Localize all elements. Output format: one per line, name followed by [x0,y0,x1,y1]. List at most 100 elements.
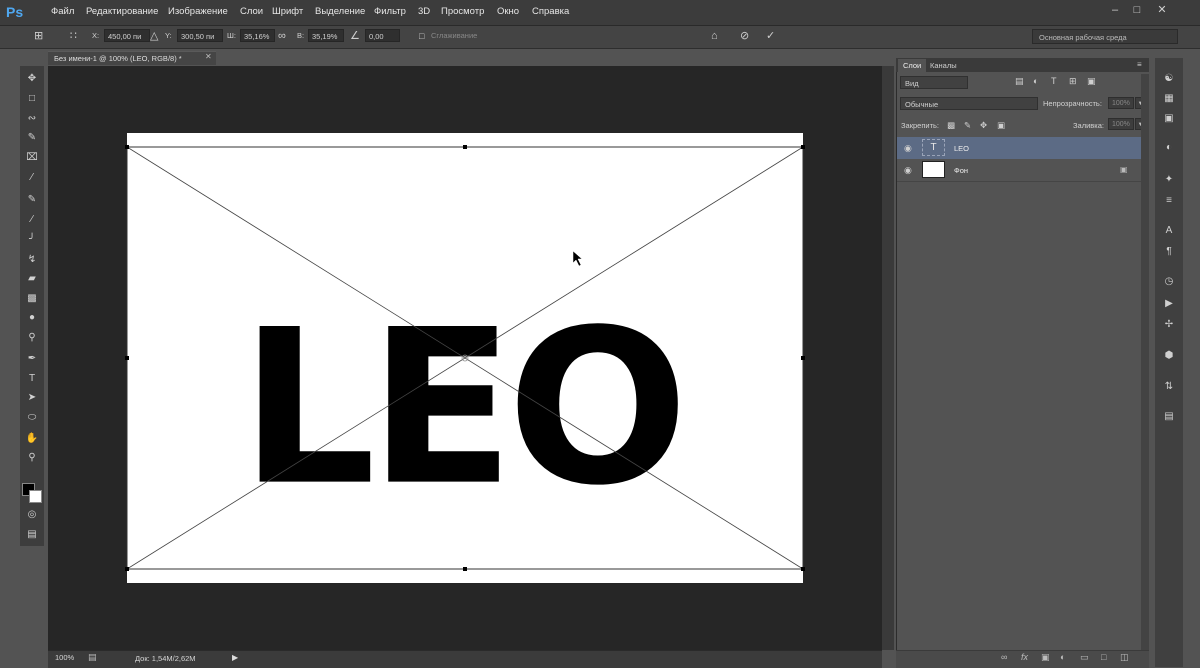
dock-character-icon[interactable]: A [1160,224,1178,238]
menu-file[interactable]: Файл [51,6,74,17]
filter-type-icon[interactable]: T [1051,76,1057,86]
gradient-tool-icon[interactable]: ▩ [24,292,40,306]
minimize-icon[interactable]: – [1106,3,1124,17]
add-mask-icon[interactable]: ▣ [1041,652,1050,663]
angle-field[interactable]: 0,00 [365,29,400,42]
dock-brush-icon[interactable]: ✦ [1160,173,1178,187]
zoom-tool-icon[interactable]: ⚲ [24,451,40,465]
history-brush-tool-icon[interactable]: ↯ [24,253,40,267]
quick-select-tool-icon[interactable]: ✎ [24,131,40,145]
commit-transform-icon[interactable]: ✓ [766,29,775,43]
workspace-select[interactable]: Основная рабочая среда [1032,29,1178,44]
filter-pixel-icon[interactable]: ▤ [1015,76,1024,87]
lock-position-icon[interactable]: ✥ [980,120,987,131]
tab-layers[interactable]: Слои [898,59,927,72]
path-selection-tool-icon[interactable]: ➤ [24,391,40,405]
dock-swatches-icon[interactable]: ▦ [1160,92,1178,106]
dock-brush-presets-icon[interactable]: ≡ [1160,194,1178,208]
leo-text-layer[interactable]: LEO [240,301,689,514]
move-tool-icon[interactable]: ✥ [24,72,40,86]
zoom-level[interactable]: 100% [55,653,74,662]
link-layers-icon[interactable]: ∞ [1001,652,1007,662]
dock-properties-icon[interactable]: ⇅ [1160,380,1178,394]
filter-smart-object-icon[interactable]: ▣ [1087,76,1096,87]
document-tab[interactable]: Без имени-1 @ 100% (LEO, RGB/8) * [48,51,216,65]
status-menu-arrow-icon[interactable]: ▶ [232,653,238,662]
opacity-field[interactable]: 100% [1108,97,1134,109]
y-field[interactable]: 300,50 пи [177,29,223,42]
marquee-tool-icon[interactable]: □ [24,92,40,106]
dock-adjustments-icon[interactable]: ◐ [1160,141,1178,155]
interpolation-checkbox-icon[interactable]: □ [419,29,424,43]
dock-actions-icon[interactable]: ▶ [1160,297,1178,311]
x-field[interactable]: 450,00 пи [104,29,150,42]
dock-tool-presets-icon[interactable]: ✢ [1160,318,1178,332]
height-field[interactable]: 35,19% [308,29,344,42]
screen-mode-icon[interactable]: ▤ [24,528,40,542]
healing-brush-tool-icon[interactable]: ✎ [24,193,40,207]
layer-filter-select[interactable]: Вид [900,76,968,89]
dock-paragraph-icon[interactable]: ¶ [1160,245,1178,259]
quick-mask-icon[interactable]: ◎ [24,508,40,522]
dodge-tool-icon[interactable]: ⚲ [24,331,40,345]
lock-pixels-icon[interactable]: ✎ [964,120,971,131]
menu-edit[interactable]: Редактирование [86,6,158,17]
menu-3d[interactable]: 3D [418,6,430,17]
brush-tool-icon[interactable]: ∕ [24,213,40,227]
type-tool-icon[interactable]: T [24,372,40,386]
new-layer-icon[interactable]: □ [1101,652,1106,662]
dock-layer-comps-icon[interactable]: ▤ [1160,410,1178,424]
layer-name-leo[interactable]: LEO [954,144,969,153]
dock-3d-icon[interactable]: ⬢ [1160,349,1178,363]
cancel-transform-icon[interactable]: ⊘ [740,29,749,43]
shape-tool-icon[interactable]: ⬭ [24,411,40,425]
lock-transparent-icon[interactable]: ▩ [947,120,955,131]
width-field[interactable]: 35,16% [240,29,275,42]
lock-all-icon[interactable]: ▣ [997,120,1005,131]
close-icon[interactable]: ✕ [1153,3,1171,17]
blur-tool-icon[interactable]: ● [24,311,40,325]
menu-filter[interactable]: Фильтр [374,6,406,17]
pen-tool-icon[interactable]: ✒ [24,352,40,366]
filter-adjustment-icon[interactable]: ◐ [1033,76,1038,86]
menu-select[interactable]: Выделение [315,6,365,17]
link-icon[interactable]: ∞ [278,29,286,43]
blend-mode-select[interactable]: Обычные [900,97,1038,110]
panel-menu-icon[interactable]: ≡ [1137,60,1142,69]
filter-shape-icon[interactable]: ⊞ [1069,76,1077,87]
relative-position-icon[interactable]: △ [150,29,158,43]
menu-image[interactable]: Изображение [168,6,228,17]
reference-point-icon[interactable]: ∷ [70,29,77,43]
maximize-icon[interactable]: □ [1128,3,1146,17]
eraser-tool-icon[interactable]: ▰ [24,272,40,286]
crop-tool-icon[interactable]: ⌧ [24,151,40,165]
visibility-eye-icon[interactable]: ◉ [904,165,912,176]
menu-view[interactable]: Просмотр [441,6,484,17]
dock-history-icon[interactable]: ◷ [1160,275,1178,289]
menu-layers[interactable]: Слои [240,6,263,17]
new-group-icon[interactable]: ▭ [1080,652,1089,663]
layer-name-background[interactable]: Фон [954,166,968,175]
transform-tool-icon[interactable]: ⊞ [34,29,43,43]
lasso-tool-icon[interactable]: ∾ [24,112,40,126]
menu-type[interactable]: Шрифт [272,6,303,17]
canvas-scrollbar[interactable] [882,66,894,650]
background-color-swatch[interactable] [29,490,42,503]
visibility-eye-icon[interactable]: ◉ [904,143,912,154]
clone-stamp-tool-icon[interactable]: ╯ [24,233,40,247]
eyedropper-tool-icon[interactable]: ⁄ [24,171,40,185]
hand-tool-icon[interactable]: ✋ [24,432,40,446]
dock-styles-icon[interactable]: ▣ [1160,112,1178,126]
close-document-icon[interactable]: ✕ [205,52,212,61]
fill-field[interactable]: 100% [1108,118,1134,130]
tab-channels[interactable]: Каналы [925,59,962,72]
adjustment-layer-icon[interactable]: ◐ [1060,652,1065,662]
menu-help[interactable]: Справка [532,6,569,17]
warp-icon[interactable]: ⌂ [711,29,718,43]
menu-window[interactable]: Окно [497,6,519,17]
layer-style-icon[interactable]: fx [1021,652,1028,662]
dock-color-icon[interactable]: ☯ [1160,72,1178,86]
export-icon[interactable]: ▤ [88,652,97,663]
delete-layer-icon[interactable]: ◫ [1120,652,1129,663]
layers-scrollbar[interactable] [1141,74,1149,650]
